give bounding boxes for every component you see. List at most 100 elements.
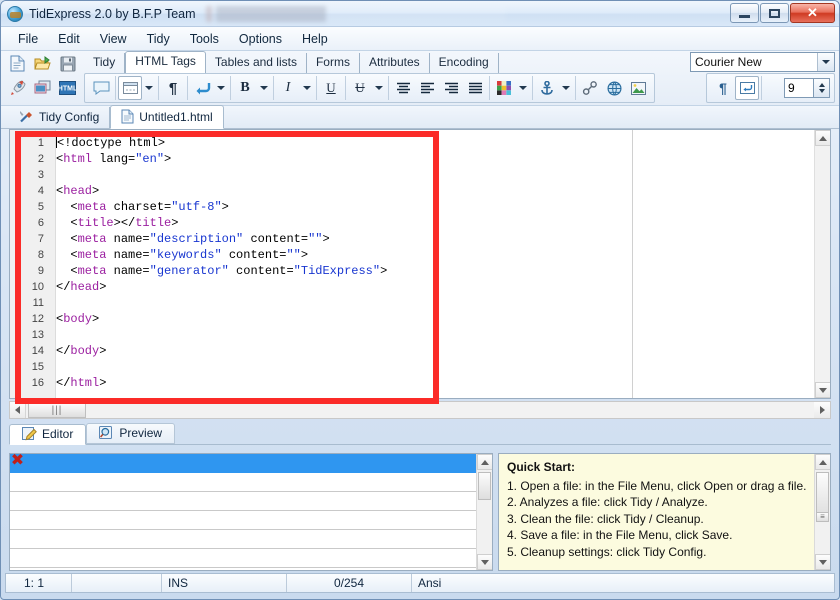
align-left-icon[interactable]: [415, 76, 439, 100]
code-line[interactable]: 6 <title></title>: [10, 215, 814, 231]
code-line-text[interactable]: [50, 295, 63, 311]
code-line[interactable]: 16 </html>: [10, 375, 814, 391]
minimize-button[interactable]: [730, 3, 759, 23]
editor-vertical-scrollbar[interactable]: [814, 130, 830, 398]
code-lines[interactable]: 1 <!doctype html> 2 <html lang="en"> 3 4 <hea…: [10, 130, 814, 391]
form-dropdown-caret-icon[interactable]: [142, 76, 156, 100]
code-line-text[interactable]: <meta name="description" content="">: [50, 231, 329, 247]
code-line[interactable]: 5 <meta charset="utf-8">: [10, 199, 814, 215]
code-line[interactable]: 10 </head>: [10, 279, 814, 295]
menu-item-options[interactable]: Options: [230, 29, 291, 49]
word-wrap-icon[interactable]: [735, 76, 759, 100]
message-row[interactable]: [10, 492, 476, 511]
code-editor[interactable]: 1 <!doctype html> 2 <html lang="en"> 3 4 <hea…: [9, 129, 831, 399]
hscroll-thumb[interactable]: |||: [28, 402, 86, 418]
editor-scroll-down-button[interactable]: [815, 382, 830, 398]
underline-icon[interactable]: U: [319, 76, 343, 100]
code-line-text[interactable]: <!doctype html>: [50, 135, 165, 151]
code-line-text[interactable]: <body>: [50, 311, 99, 327]
align-right-icon[interactable]: [439, 76, 463, 100]
code-line-text[interactable]: </head>: [50, 279, 106, 295]
anchor-dropdown-caret-icon[interactable]: [559, 76, 573, 100]
code-line-text[interactable]: <meta charset="utf-8">: [50, 199, 228, 215]
anchor-icon[interactable]: [535, 76, 559, 100]
new-file-button[interactable]: [7, 53, 28, 74]
doc-tab-untitled1[interactable]: Untitled1.html: [110, 105, 224, 129]
image-icon[interactable]: [626, 76, 650, 100]
menu-item-help[interactable]: Help: [293, 29, 337, 49]
italic-icon[interactable]: I: [276, 76, 300, 100]
code-line[interactable]: 9 <meta name="generator" content="TidExp…: [10, 263, 814, 279]
show-paragraph-marks-icon[interactable]: ¶: [711, 76, 735, 100]
code-line-text[interactable]: <meta name="keywords" content="">: [50, 247, 308, 263]
message-scroll-down-button[interactable]: [477, 554, 492, 570]
message-scroll-up-button[interactable]: [477, 454, 492, 470]
code-line[interactable]: 7 <meta name="description" content="">: [10, 231, 814, 247]
strikethrough-dropdown-caret-icon[interactable]: [372, 76, 386, 100]
close-button[interactable]: ✕: [790, 3, 835, 23]
code-line[interactable]: 3: [10, 167, 814, 183]
code-line[interactable]: 13: [10, 327, 814, 343]
code-line[interactable]: 1 <!doctype html>: [10, 135, 814, 151]
font-size-increase-icon[interactable]: [818, 83, 825, 87]
message-vertical-scrollbar[interactable]: [476, 454, 492, 570]
quick-start-vertical-scrollbar[interactable]: ≡: [814, 454, 830, 570]
align-justify-icon[interactable]: [463, 76, 487, 100]
menu-item-edit[interactable]: Edit: [49, 29, 89, 49]
html-button[interactable]: HTML: [57, 77, 78, 98]
font-size-box[interactable]: [784, 78, 814, 98]
comment-icon[interactable]: [89, 76, 113, 100]
form-icon[interactable]: [118, 76, 142, 100]
menu-item-view[interactable]: View: [91, 29, 136, 49]
code-line[interactable]: 11: [10, 295, 814, 311]
font-name-combobox[interactable]: [690, 52, 835, 72]
font-size-spinner[interactable]: [814, 78, 830, 98]
code-line[interactable]: 15: [10, 359, 814, 375]
message-row[interactable]: [10, 549, 476, 568]
code-line[interactable]: 14 </body>: [10, 343, 814, 359]
code-line[interactable]: 12 <body>: [10, 311, 814, 327]
open-file-button[interactable]: [32, 53, 53, 74]
line-break-dropdown-caret-icon[interactable]: [214, 76, 228, 100]
align-center-icon[interactable]: [391, 76, 415, 100]
font-name-input[interactable]: [691, 54, 817, 70]
globe-icon[interactable]: [602, 76, 626, 100]
code-line-text[interactable]: <title></title>: [50, 215, 178, 231]
bold-icon[interactable]: B: [233, 76, 257, 100]
code-line-text[interactable]: [50, 167, 63, 183]
code-line-text[interactable]: [50, 327, 63, 343]
strikethrough-icon[interactable]: U: [348, 76, 372, 100]
message-row[interactable]: [10, 530, 476, 549]
color-dropdown-caret-icon[interactable]: [516, 76, 530, 100]
paragraph-icon[interactable]: ¶: [161, 76, 185, 100]
quick-start-scroll-down-button[interactable]: [815, 554, 830, 570]
code-line[interactable]: 8 <meta name="keywords" content="">: [10, 247, 814, 263]
hscroll-left-button[interactable]: [10, 402, 26, 418]
line-break-icon[interactable]: [190, 76, 214, 100]
message-list[interactable]: [9, 453, 493, 571]
message-row[interactable]: [10, 454, 476, 473]
message-row[interactable]: [10, 511, 476, 530]
tag-tab-attributes[interactable]: Attributes: [360, 53, 430, 73]
code-line-text[interactable]: [50, 359, 63, 375]
save-file-button[interactable]: [57, 53, 78, 74]
run-tidy-button[interactable]: [7, 77, 28, 98]
tab-editor[interactable]: Editor: [9, 424, 87, 445]
code-line-text[interactable]: <head>: [50, 183, 99, 199]
font-size-input[interactable]: [785, 79, 813, 97]
message-scroll-thumb[interactable]: [478, 472, 491, 500]
link-icon[interactable]: [578, 76, 602, 100]
code-line-text[interactable]: </html>: [50, 375, 106, 391]
code-line-text[interactable]: </body>: [50, 343, 106, 359]
message-rows[interactable]: [10, 454, 476, 568]
editor-scroll-up-button[interactable]: [815, 130, 830, 146]
hscroll-right-button[interactable]: [814, 402, 830, 418]
quick-start-scroll-up-button[interactable]: [815, 454, 830, 470]
code-line[interactable]: 2 <html lang="en">: [10, 151, 814, 167]
code-line-text[interactable]: <html lang="en">: [50, 151, 171, 167]
tag-tab-forms[interactable]: Forms: [307, 53, 360, 73]
italic-dropdown-caret-icon[interactable]: [300, 76, 314, 100]
editor-horizontal-scrollbar[interactable]: |||: [9, 401, 831, 419]
code-area[interactable]: 1 <!doctype html> 2 <html lang="en"> 3 4 <hea…: [10, 130, 814, 398]
preview-button[interactable]: [32, 77, 53, 98]
